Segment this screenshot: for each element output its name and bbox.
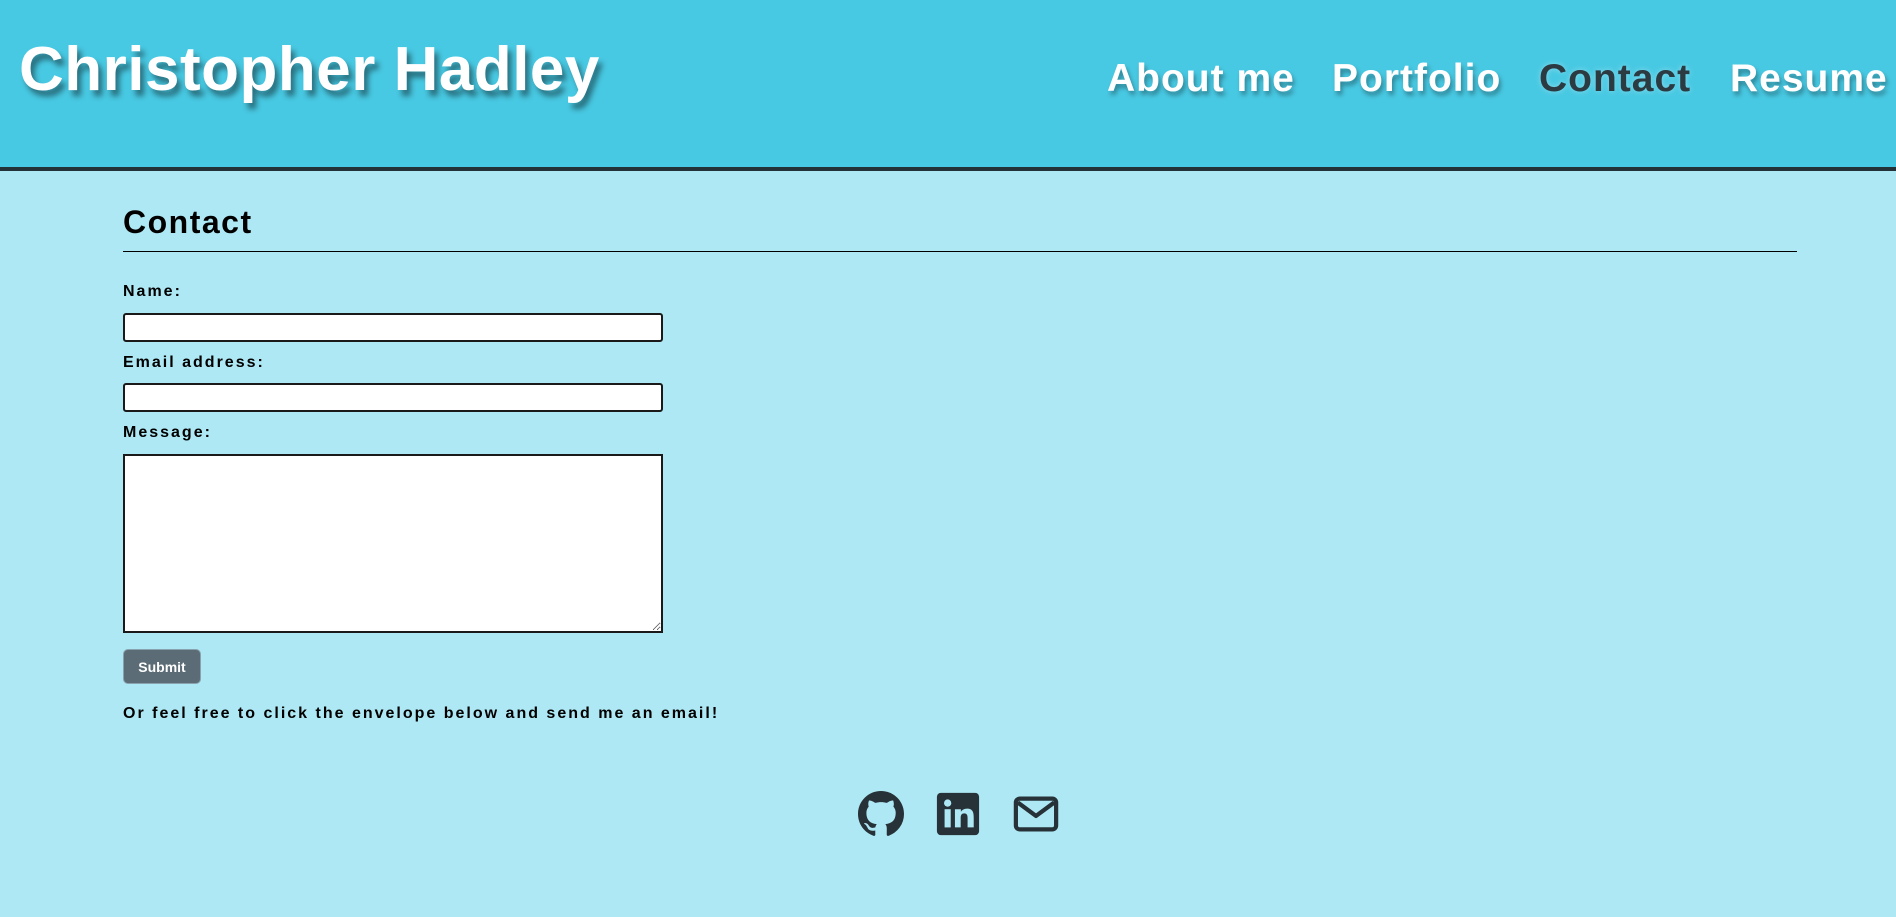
nav-contact[interactable]: Contact: [1539, 57, 1691, 101]
email-input[interactable]: [123, 383, 663, 412]
nav-portfolio[interactable]: Portfolio: [1332, 57, 1501, 101]
message-textarea[interactable]: [123, 454, 663, 633]
name-input[interactable]: [123, 313, 663, 342]
email-note: Or feel free to click the envelope below…: [123, 705, 720, 722]
envelope-icon: [1013, 796, 1059, 832]
submit-button[interactable]: Submit: [123, 649, 201, 684]
email-label: Email address:: [123, 354, 265, 371]
site-title: Christopher Hadley: [19, 35, 600, 104]
github-icon: [858, 791, 904, 836]
nav-about-me[interactable]: About me: [1107, 57, 1295, 101]
nav-resume[interactable]: Resume: [1730, 57, 1888, 101]
email-link[interactable]: [1013, 791, 1059, 837]
site-header: Christopher Hadley About me Portfolio Co…: [0, 0, 1896, 171]
name-label: Name:: [123, 283, 182, 300]
linkedin-link[interactable]: [935, 791, 981, 837]
github-link[interactable]: [858, 791, 904, 837]
section-title: Contact: [123, 204, 253, 240]
section-divider: [123, 251, 1797, 252]
linkedin-icon: [936, 792, 980, 836]
message-label: Message:: [123, 424, 212, 441]
